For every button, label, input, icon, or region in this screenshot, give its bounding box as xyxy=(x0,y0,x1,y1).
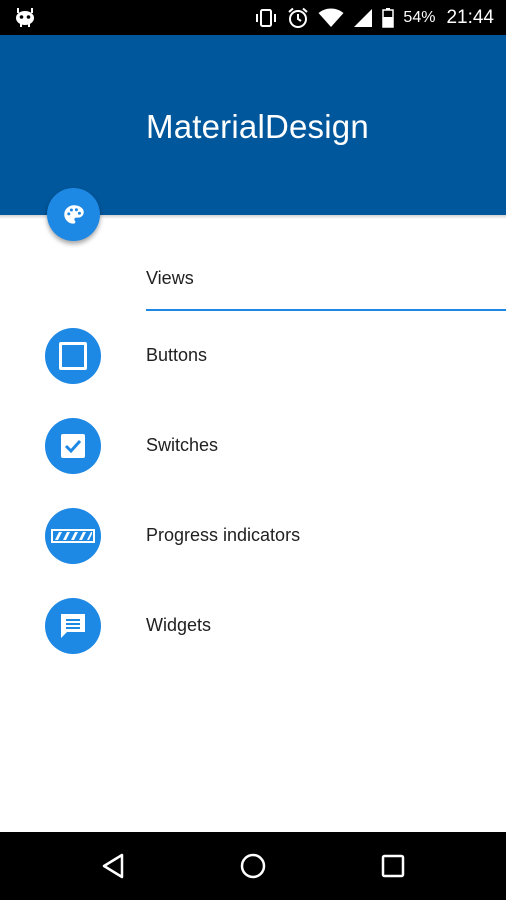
menu-item-label: Progress indicators xyxy=(146,525,301,545)
menu-item-progress-indicators[interactable]: Progress indicators xyxy=(0,496,506,576)
vibrate-icon xyxy=(256,8,277,27)
menu-item-widgets[interactable]: Widgets xyxy=(0,586,506,666)
menu-item-icon-circle xyxy=(45,508,101,564)
clock: 21:44 xyxy=(446,6,494,28)
menu-item-icon-circle xyxy=(45,418,101,474)
signal-icon xyxy=(354,8,373,27)
navigation-bar xyxy=(0,832,506,900)
progress-bar-icon xyxy=(51,529,95,543)
square-icon xyxy=(59,342,87,370)
battery-icon xyxy=(382,7,395,28)
back-button[interactable] xyxy=(96,849,130,883)
section-label-views: Views xyxy=(146,268,194,288)
menu-item-switches[interactable]: Switches xyxy=(0,406,506,486)
message-icon xyxy=(61,614,85,638)
section-divider xyxy=(146,309,506,311)
palette-fab-button[interactable] xyxy=(47,188,100,241)
menu-item-icon-circle xyxy=(45,598,101,654)
battery-percent: 54% xyxy=(403,8,436,26)
menu-item-label: Switches xyxy=(146,435,219,455)
home-icon xyxy=(240,853,266,879)
menu-item-label: Buttons xyxy=(146,345,208,365)
checkbox-icon xyxy=(61,434,85,458)
wifi-icon xyxy=(318,8,344,27)
menu-item-buttons[interactable]: Buttons xyxy=(0,316,506,396)
palette-icon xyxy=(63,204,84,224)
back-icon xyxy=(102,853,124,879)
app-title: MaterialDesign xyxy=(146,108,369,145)
debug-app-icon xyxy=(16,8,34,27)
recents-icon xyxy=(381,854,405,878)
status-bar: 54% 21:44 xyxy=(0,0,506,35)
status-icons: 54% 21:44 xyxy=(254,0,494,35)
home-button[interactable] xyxy=(236,849,270,883)
alarm-icon xyxy=(288,7,309,28)
menu-item-icon-circle xyxy=(45,328,101,384)
menu-item-label: Widgets xyxy=(146,615,212,635)
recents-button[interactable] xyxy=(376,849,410,883)
